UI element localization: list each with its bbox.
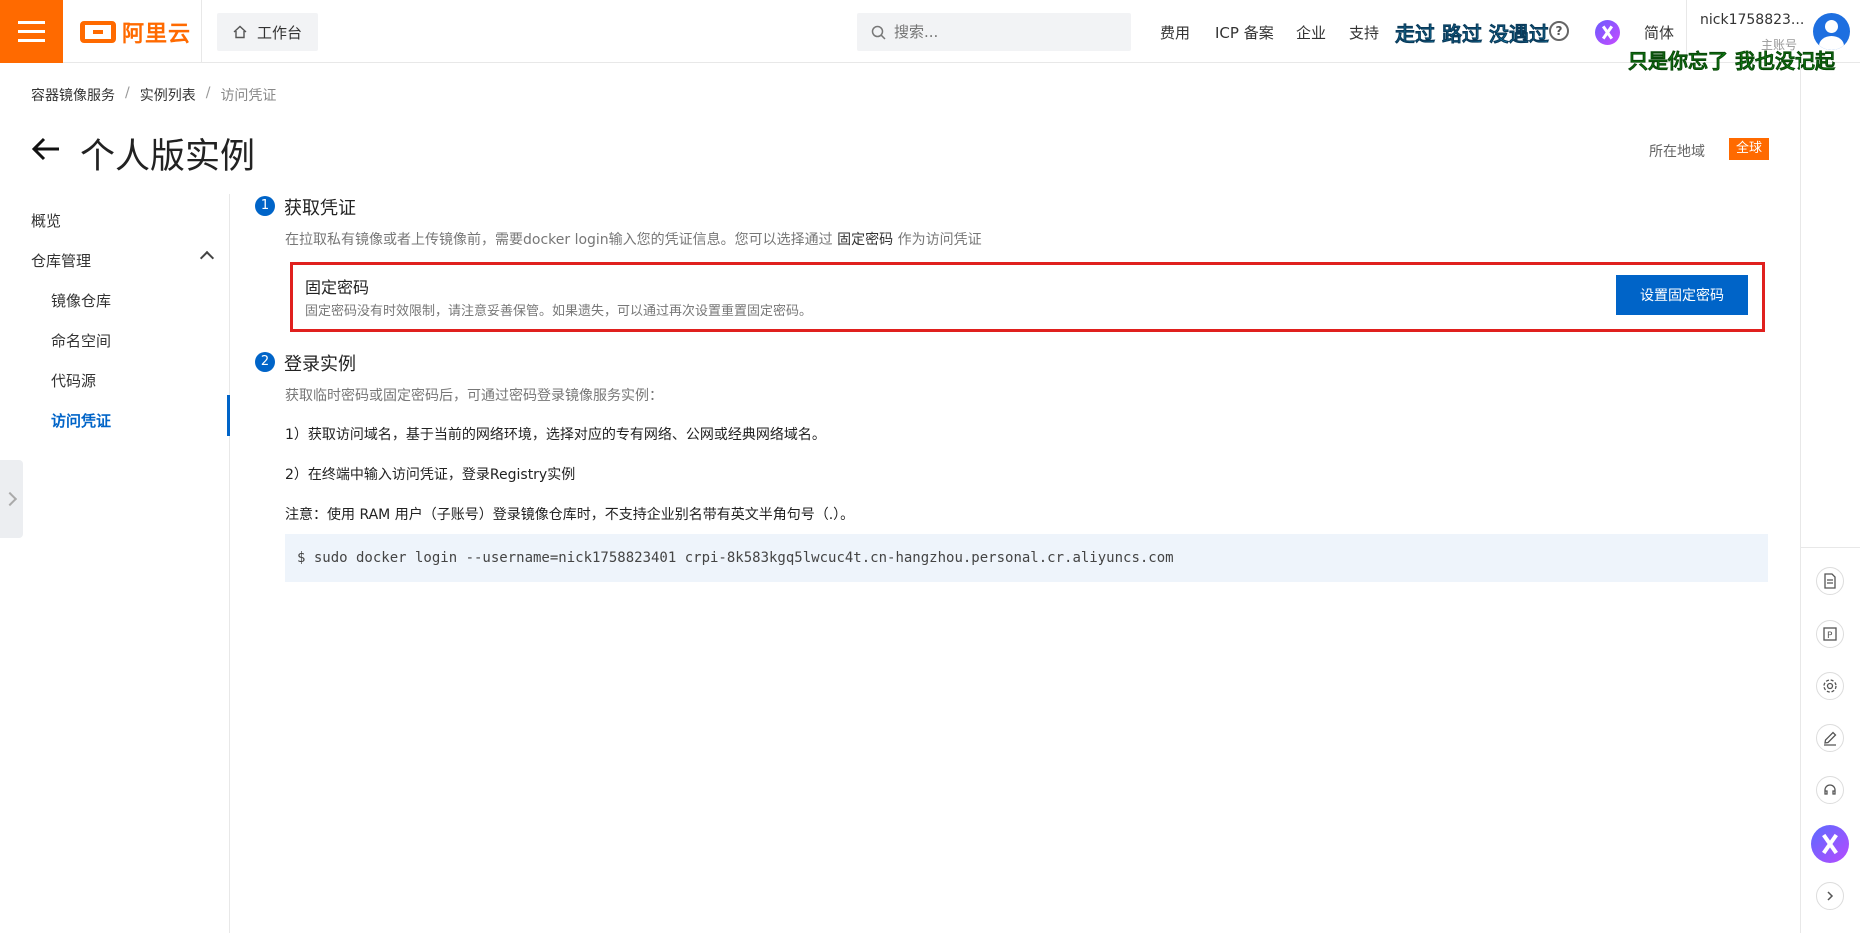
step1-desc-suffix: 作为访问凭证 (897, 232, 982, 248)
step1-title: 获取凭证 (284, 198, 356, 219)
headset-icon[interactable] (1816, 776, 1844, 804)
card-description: 固定密码没有时效限制，请注意妥善保管。如果遗失，可以通过再次设置重置固定密码。 (305, 304, 813, 319)
fixed-password-card (290, 262, 1765, 332)
sidebar (0, 194, 230, 933)
step2-line-2: 2）在终端中输入访问凭证，登录Registry实例 (285, 467, 576, 483)
nav-icp[interactable]: ICP 备案 (1215, 22, 1274, 43)
sidebar-item-namespaces[interactable]: 命名空间 (51, 330, 111, 351)
breadcrumb-item[interactable]: 实例列表 (140, 85, 196, 105)
sidebar-collapse-handle[interactable] (0, 460, 23, 538)
step2-note: 注意：使用 RAM 用户（子账号）登录镜像仓库时，不支持企业别名带有英文半角句号… (285, 507, 855, 523)
aliyun-logo-mark-icon (80, 21, 116, 43)
gear-icon[interactable] (1816, 672, 1844, 700)
step1-description: 在拉取私有镜像或者上传镜像前，需要docker login输入您的凭证信息。您可… (285, 229, 982, 249)
nav-support[interactable]: 支持 (1349, 22, 1379, 43)
chevron-right-icon[interactable] (1816, 882, 1844, 910)
sidebar-item-access-credentials[interactable]: 访问凭证 (51, 410, 111, 431)
overlay-caption-1: 走过 路过 没遇过 (1395, 22, 1549, 47)
search-icon (871, 25, 886, 40)
nav-enterprise[interactable]: 企业 (1296, 22, 1326, 43)
workbench-button[interactable]: 工作台 (217, 13, 318, 51)
sidebar-item-overview[interactable]: 概览 (31, 210, 61, 231)
breadcrumb-separator: / (125, 85, 130, 101)
breadcrumb-item[interactable]: 容器镜像服务 (31, 85, 115, 105)
active-indicator (227, 395, 230, 436)
back-arrow-icon[interactable] (30, 133, 62, 165)
document-icon[interactable] (1816, 567, 1844, 595)
step1-desc-bold: 固定密码 (837, 232, 894, 248)
step2-title: 登录实例 (284, 354, 356, 375)
svg-text:P: P (1827, 631, 1833, 641)
nav-fees[interactable]: 费用 (1160, 22, 1190, 43)
breadcrumb-current: 访问凭证 (220, 88, 277, 104)
breadcrumb: 容器镜像服务 / 实例列表 / 访问凭证 (31, 85, 276, 105)
ai-assistant-icon[interactable] (1811, 825, 1849, 863)
login-command[interactable]: $ sudo docker login --username=nick17588… (285, 534, 1768, 582)
ai-assistant-icon[interactable] (1595, 20, 1620, 45)
search-input[interactable] (894, 23, 1114, 41)
home-icon (233, 25, 247, 39)
set-fixed-password-button[interactable]: 设置固定密码 (1616, 275, 1748, 315)
step1-desc-prefix: 在拉取私有镜像或者上传镜像前，需要docker login输入您的凭证信息。您可… (285, 232, 833, 248)
step-number-1: 1 (255, 196, 275, 216)
language-switch[interactable]: 简体 (1644, 22, 1674, 43)
user-name[interactable]: nick1758823... (1700, 12, 1804, 28)
sidebar-item-image-repos[interactable]: 镜像仓库 (51, 290, 111, 311)
help-icon[interactable]: ? (1549, 21, 1569, 41)
region-badge[interactable]: 全球 (1729, 138, 1769, 160)
page-title: 个人版实例 (80, 137, 256, 177)
step2-description: 获取临时密码或固定密码后，可通过密码登录镜像服务实例： (285, 388, 663, 404)
divider (201, 0, 202, 63)
sidebar-item-code-source[interactable]: 代码源 (51, 370, 96, 391)
step-number-2: 2 (255, 352, 275, 372)
api-icon[interactable]: P (1816, 620, 1844, 648)
breadcrumb-separator: / (205, 85, 211, 101)
edit-icon[interactable] (1816, 724, 1844, 752)
aliyun-logo[interactable]: 阿里云 (80, 18, 192, 47)
top-navbar: 阿里云 工作台 费用 ICP 备案 企业 支持 走过 路过 没遇过 ? 简体 n… (0, 0, 1860, 63)
card-title: 固定密码 (305, 278, 370, 297)
step2-line-1: 1）获取访问域名，基于当前的网络环境，选择对应的专有网络、公网或经典网络域名。 (285, 427, 826, 443)
region-label: 所在地域 (1649, 144, 1705, 160)
sidebar-item-repo-management[interactable]: 仓库管理 (31, 250, 91, 271)
workbench-label: 工作台 (257, 23, 303, 42)
search-box[interactable] (857, 13, 1131, 51)
divider (1800, 547, 1860, 548)
logo-text: 阿里云 (122, 22, 192, 47)
menu-icon[interactable] (0, 0, 63, 63)
